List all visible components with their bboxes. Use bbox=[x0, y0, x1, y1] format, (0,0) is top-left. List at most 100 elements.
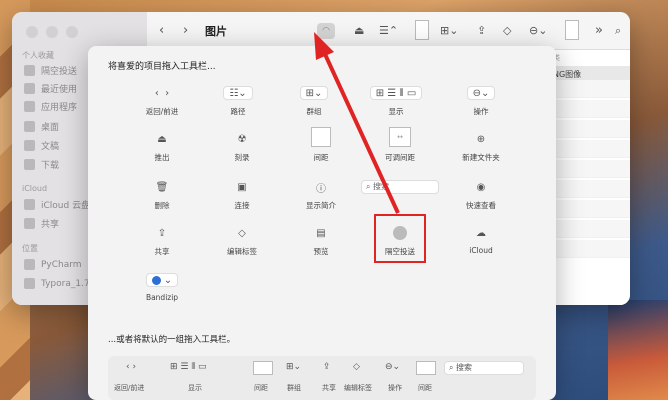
toolbar-item-edit-tags[interactable]: ◇ 编辑标签 bbox=[202, 224, 282, 257]
connect-icon: ▣ bbox=[237, 181, 247, 193]
file-list: 类 NG图像 bbox=[547, 50, 630, 305]
sidebar-item-desktop[interactable]: 桌面 bbox=[24, 120, 59, 133]
sidebar-item-shared[interactable]: 共享 bbox=[24, 217, 59, 230]
view-icon: ⊞ ☰ ⫴ ▭ bbox=[369, 86, 423, 100]
eject-icon[interactable]: ⏏ bbox=[354, 22, 364, 40]
share-icon[interactable]: ⇪ bbox=[477, 22, 486, 40]
file-row[interactable] bbox=[547, 240, 630, 258]
sheet-title: 将喜爱的项目拖入工具栏... bbox=[108, 62, 216, 72]
applications-icon bbox=[24, 101, 35, 112]
back-forward-icon: ‹ › bbox=[126, 362, 137, 372]
toolbar-item-connect[interactable]: ▣ 连接 bbox=[202, 178, 282, 211]
list-view-icon[interactable]: ☰⌃ bbox=[379, 22, 398, 40]
zoom-button[interactable] bbox=[66, 26, 78, 38]
toolbar-item-preview[interactable]: ▤ 预览 bbox=[281, 224, 361, 257]
file-row[interactable] bbox=[547, 180, 630, 198]
action-icon[interactable]: ⊖⌄ bbox=[529, 22, 547, 40]
space-icon bbox=[311, 127, 331, 147]
sidebar-item-label: PyCharm bbox=[41, 259, 82, 270]
item-label: 连接 bbox=[234, 201, 250, 210]
sidebar-item-applications[interactable]: 应用程序 bbox=[24, 100, 77, 113]
icloud-icon: ☁ bbox=[476, 227, 486, 239]
back-icon[interactable]: ‹ bbox=[159, 22, 164, 40]
tag-icon[interactable]: ◇ bbox=[503, 22, 511, 40]
file-row[interactable] bbox=[547, 80, 630, 98]
info-icon: ⓘ bbox=[316, 183, 326, 195]
default-item-label: 间距 bbox=[418, 384, 432, 392]
finder-toolbar: ‹ › 图片 ◠ ⏏ ☰⌃ ⊞⌄ ⇪ ◇ ⊖⌄ » ⌕ bbox=[147, 12, 630, 50]
item-label: 预览 bbox=[313, 247, 329, 256]
group-icon[interactable]: ⊞⌄ bbox=[440, 22, 458, 40]
toolbar-item-space[interactable]: 间距 bbox=[281, 126, 361, 163]
toolbar-item-group[interactable]: ⊞⌄ 群组 bbox=[274, 84, 354, 117]
search-placeholder: 搜索 bbox=[456, 363, 473, 372]
close-button[interactable] bbox=[26, 26, 38, 38]
eject-icon: ⏏ bbox=[157, 133, 167, 145]
sidebar-item-label: 共享 bbox=[41, 220, 60, 230]
tag-icon: ◇ bbox=[353, 362, 360, 372]
customize-toolbar-sheet: 将喜爱的项目拖入工具栏... ‹ › 返回/前进 ☷⌄ 路径 ⊞⌄ 群组 ⊞ ☰ ⫴ … bbox=[88, 46, 556, 400]
sidebar-item-recents[interactable]: 最近使用 bbox=[24, 82, 77, 95]
toolbar-item-icloud[interactable]: ☁ iCloud bbox=[441, 224, 521, 256]
tag-icon: ◇ bbox=[238, 227, 246, 239]
default-item-label: 间距 bbox=[254, 384, 268, 392]
item-label: 新建文件夹 bbox=[462, 153, 500, 162]
sidebar-item-pycharm[interactable]: PyCharm bbox=[24, 259, 82, 270]
sidebar-item-downloads[interactable]: 下载 bbox=[24, 158, 59, 171]
group-icon: ⊞⌄ bbox=[286, 362, 302, 372]
toolbar-item-new-folder[interactable]: ⊕ 新建文件夹 bbox=[441, 130, 521, 163]
space-placeholder bbox=[415, 20, 429, 40]
item-label: Bandizip bbox=[145, 293, 179, 302]
search-icon: ⌕ bbox=[449, 363, 454, 372]
wallpaper-corner bbox=[608, 300, 668, 400]
toolbar-item-burn[interactable]: ☢ 刻录 bbox=[202, 130, 282, 163]
toolbar-item-share[interactable]: ⇪ 共享 bbox=[122, 224, 202, 257]
share-icon: ⇪ bbox=[157, 227, 167, 239]
default-item-label: 编辑标签 bbox=[344, 384, 372, 392]
sidebar-item-label: 下载 bbox=[41, 161, 60, 171]
file-row[interactable] bbox=[547, 100, 630, 118]
item-label: 删除 bbox=[154, 201, 170, 210]
airdrop-icon[interactable]: ◠ bbox=[317, 23, 335, 39]
file-row[interactable] bbox=[547, 200, 630, 218]
overflow-icon[interactable]: » bbox=[595, 22, 603, 40]
document-icon bbox=[24, 140, 35, 151]
toolbar-item-search[interactable]: ⌕ 搜索 bbox=[358, 178, 442, 196]
sidebar-item-label: 应用程序 bbox=[41, 103, 78, 113]
minimize-button[interactable] bbox=[46, 26, 58, 38]
file-row[interactable] bbox=[547, 220, 630, 238]
sidebar-item-documents[interactable]: 文稿 bbox=[24, 139, 59, 152]
space-icon bbox=[416, 361, 436, 375]
file-row[interactable] bbox=[547, 160, 630, 178]
file-row[interactable]: NG图像 bbox=[547, 66, 630, 80]
toolbar-item-flexible-space[interactable]: ↔ 可调间距 bbox=[360, 126, 440, 163]
desktop-icon bbox=[24, 121, 35, 132]
path-icon: ☷⌄ bbox=[223, 86, 253, 100]
toolbar-item-eject[interactable]: ⏏ 推出 bbox=[122, 130, 202, 163]
quick-look-icon: ◉ bbox=[476, 181, 486, 193]
item-label: 共享 bbox=[154, 247, 170, 256]
icloud-header: iCloud bbox=[22, 184, 48, 193]
item-label: 编辑标签 bbox=[227, 247, 257, 256]
toolbar-item-bandizip[interactable]: ⌄ Bandizip bbox=[122, 271, 202, 302]
toolbar-item-quick-look[interactable]: ◉ 快速查看 bbox=[441, 178, 521, 211]
toolbar-item-info[interactable]: ⓘ 显示简介 bbox=[281, 178, 361, 211]
default-toolbar-set[interactable]: ‹ › ⊞ ☰ ⫴ ▭ ⊞⌄ ⇪ ◇ ⊖⌄ ⌕ 搜索 返回/前进 显示 间距 群… bbox=[108, 356, 536, 400]
preview-icon: ▤ bbox=[316, 227, 326, 239]
kind-column-header: 类 bbox=[553, 54, 560, 62]
file-row[interactable] bbox=[547, 120, 630, 138]
file-row[interactable] bbox=[547, 140, 630, 158]
toolbar-item-view[interactable]: ⊞ ☰ ⫴ ▭ 显示 bbox=[356, 84, 436, 117]
toolbar-item-back-forward[interactable]: ‹ › 返回/前进 bbox=[122, 84, 202, 117]
sidebar-item-icloud-drive[interactable]: iCloud 云盘 bbox=[24, 198, 90, 211]
sidebar-item-airdrop[interactable]: 隔空投送 bbox=[24, 64, 77, 77]
flexible-space-icon: ↔ bbox=[389, 127, 411, 147]
search-icon[interactable]: ⌕ bbox=[615, 22, 621, 40]
action-icon: ⊖⌄ bbox=[466, 86, 496, 100]
disk-icon bbox=[24, 259, 35, 270]
toolbar-item-delete[interactable]: 🗑 删除 bbox=[122, 178, 202, 211]
toolbar-item-action[interactable]: ⊖⌄ 操作 bbox=[441, 84, 521, 117]
toolbar-item-path[interactable]: ☷⌄ 路径 bbox=[198, 84, 278, 117]
forward-icon[interactable]: › bbox=[183, 22, 188, 40]
bandizip-icon bbox=[151, 275, 161, 285]
